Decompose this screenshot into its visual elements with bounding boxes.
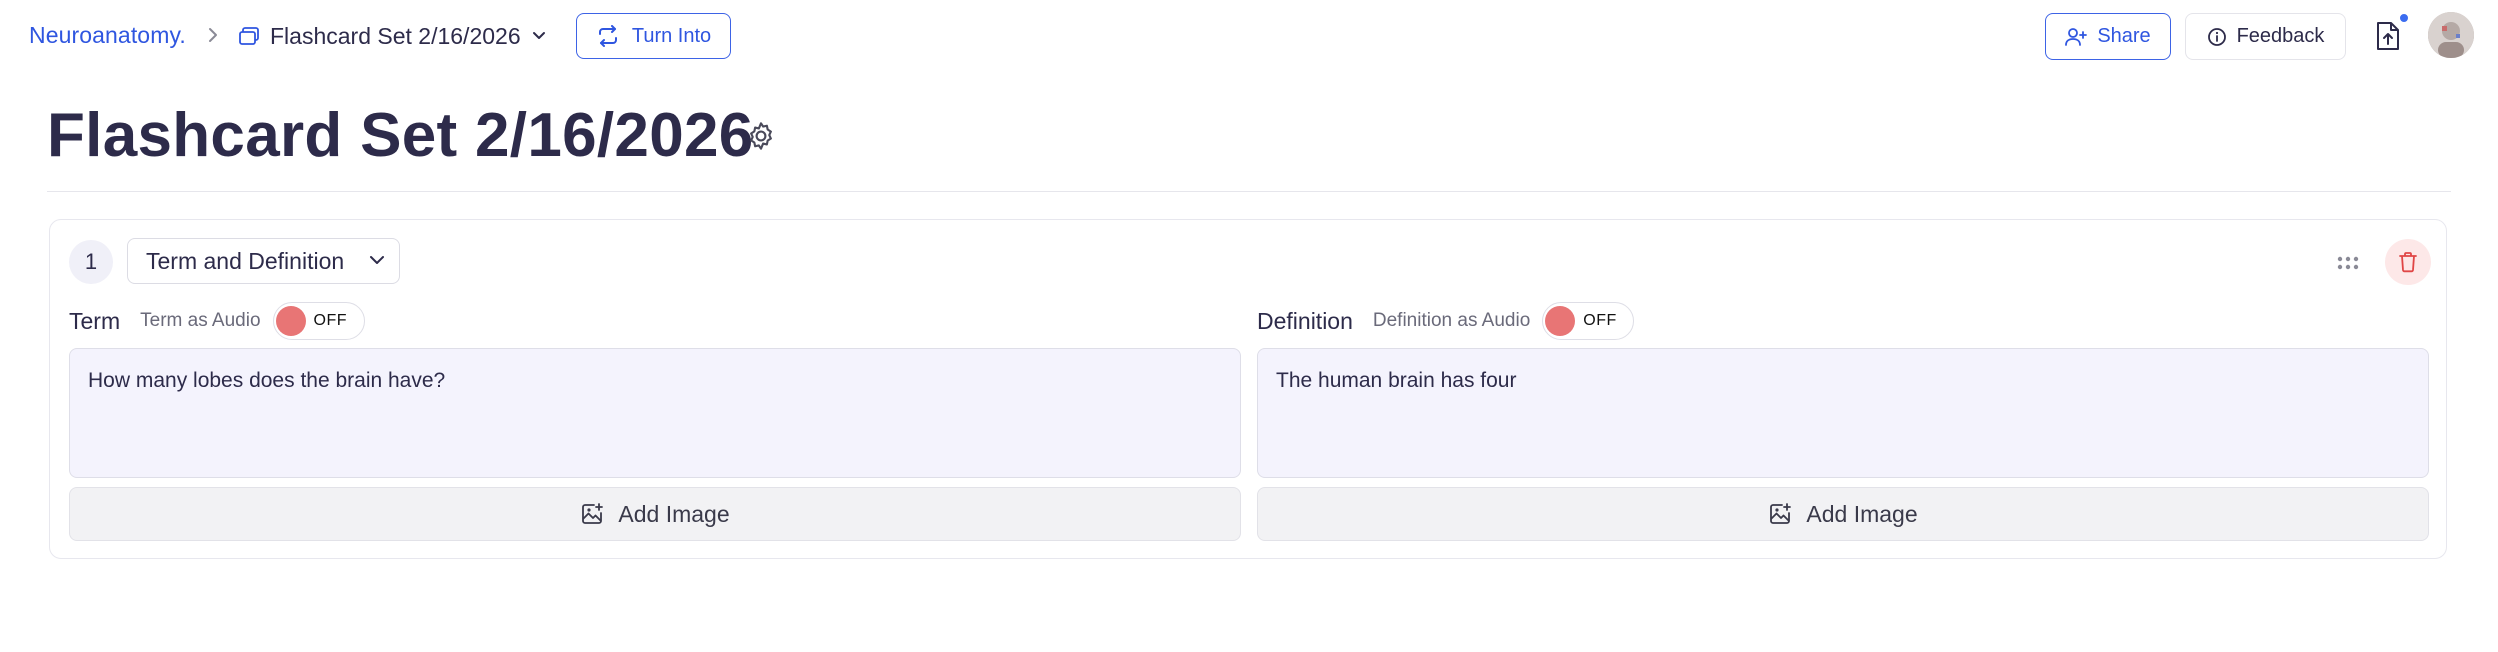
avatar-image bbox=[2428, 12, 2474, 58]
flashcard: 1 Term and Definition Term Term as Audio… bbox=[49, 219, 2447, 559]
breadcrumb-set-dropdown[interactable]: Flashcard Set 2/16/2026 bbox=[238, 20, 547, 52]
image-plus-icon bbox=[582, 503, 604, 524]
gear-icon[interactable] bbox=[745, 120, 777, 152]
term-add-image-button[interactable]: Add Image bbox=[69, 487, 1241, 541]
chevron-down-icon bbox=[532, 32, 545, 39]
definition-label: Definition bbox=[1257, 307, 1353, 334]
title-divider bbox=[47, 191, 2451, 192]
feedback-label: Feedback bbox=[2236, 25, 2325, 47]
chevron-down-icon bbox=[370, 256, 384, 264]
definition-header: Definition Definition as Audio OFF bbox=[1257, 302, 1635, 340]
definition-audio-state: OFF bbox=[1583, 312, 1617, 329]
term-audio-toggle[interactable]: OFF bbox=[272, 302, 365, 340]
top-bar: Neuroanatomy. Flashcard Set 2/16/2026 Tu… bbox=[0, 0, 2498, 72]
avatar[interactable] bbox=[2428, 12, 2474, 58]
term-audio-label: Term as Audio bbox=[140, 310, 261, 331]
turn-into-button[interactable]: Turn Into bbox=[576, 13, 731, 59]
breadcrumb-workspace-link[interactable]: Neuroanatomy. bbox=[29, 22, 186, 49]
info-circle-icon bbox=[2207, 27, 2226, 46]
notification-dot bbox=[2398, 12, 2410, 24]
term-header: Term Term as Audio OFF bbox=[69, 302, 365, 340]
toggle-knob bbox=[275, 306, 306, 336]
term-audio-state: OFF bbox=[313, 312, 348, 329]
delete-card-button[interactable] bbox=[2385, 239, 2431, 285]
card-type-value: Term and Definition bbox=[146, 247, 345, 274]
image-plus-icon bbox=[1770, 503, 1792, 524]
definition-audio-label: Definition as Audio bbox=[1372, 310, 1531, 331]
term-add-image-label: Add Image bbox=[618, 500, 730, 527]
page-title: Flashcard Set 2/16/2026 bbox=[47, 101, 754, 170]
trash-icon bbox=[2399, 252, 2417, 273]
term-input[interactable]: How many lobes does the brain have? bbox=[69, 348, 1241, 478]
user-plus-icon bbox=[2065, 27, 2088, 46]
definition-audio-toggle[interactable]: OFF bbox=[1542, 302, 1635, 340]
feedback-button[interactable]: Feedback bbox=[2185, 13, 2346, 60]
toggle-knob bbox=[1545, 306, 1576, 336]
cards-stack-icon bbox=[239, 27, 259, 45]
file-upload-icon bbox=[2377, 22, 2399, 50]
turn-into-label: Turn Into bbox=[631, 24, 712, 47]
chevron-right-icon bbox=[209, 28, 217, 42]
term-label: Term bbox=[69, 307, 121, 334]
definition-add-image-label: Add Image bbox=[1806, 500, 1918, 527]
definition-add-image-button[interactable]: Add Image bbox=[1257, 487, 2429, 541]
share-label: Share bbox=[2097, 25, 2151, 47]
card-type-select[interactable]: Term and Definition bbox=[127, 238, 400, 284]
share-button[interactable]: Share bbox=[2045, 13, 2171, 60]
breadcrumb-set-name: Flashcard Set 2/16/2026 bbox=[270, 22, 521, 49]
repeat-arrows-icon bbox=[598, 25, 617, 47]
definition-input[interactable]: The human brain has four bbox=[1257, 348, 2429, 478]
drag-dots-icon[interactable] bbox=[2335, 250, 2361, 276]
card-number-badge: 1 bbox=[69, 240, 113, 284]
